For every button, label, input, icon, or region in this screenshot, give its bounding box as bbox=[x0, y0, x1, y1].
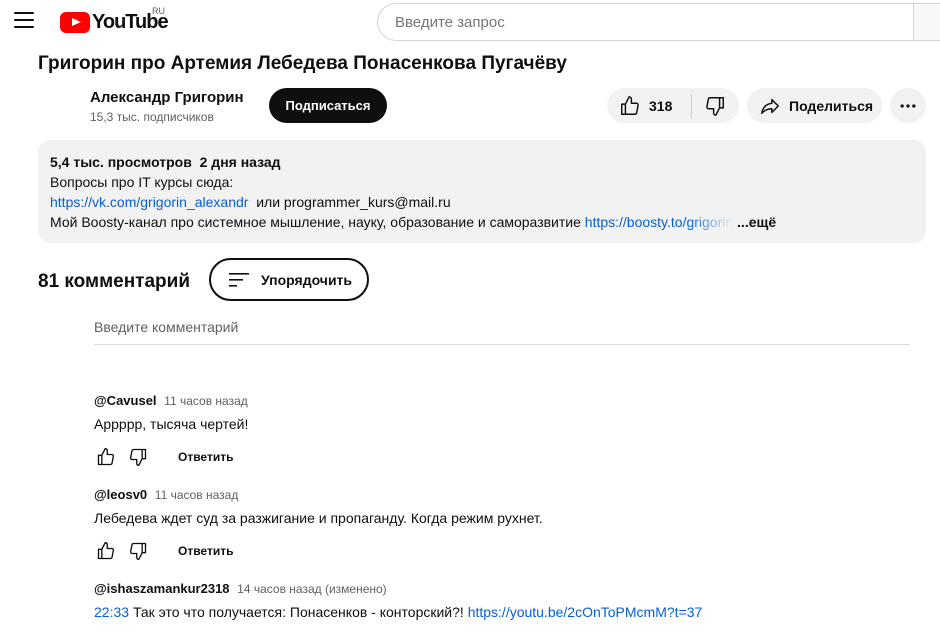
sort-icon bbox=[229, 272, 249, 287]
comment-time[interactable]: 11 часов назад bbox=[164, 394, 248, 408]
comment-actions: Ответить bbox=[94, 539, 914, 563]
comment-header: @leosv0 11 часов назад bbox=[94, 487, 914, 502]
comment-reply-button[interactable]: Ответить bbox=[178, 544, 233, 558]
comment-time[interactable]: 11 часов назад bbox=[155, 488, 239, 502]
sort-label: Упорядочить bbox=[261, 271, 353, 288]
show-more-button[interactable]: ...ещё bbox=[737, 214, 776, 230]
subscribe-button[interactable]: Подписаться bbox=[269, 88, 387, 123]
comment-like-button[interactable] bbox=[94, 539, 118, 563]
comment-time[interactable]: 14 часов назад (изменено) bbox=[237, 582, 387, 596]
boosty-text: Мой Boosty-канал про системное мышление,… bbox=[50, 214, 581, 230]
logo-country-code: RU bbox=[152, 6, 165, 16]
comment-video-link[interactable]: https://youtu.be/2cOnToPMcmM?t=37 bbox=[468, 604, 703, 620]
comment-text: Аррррр, тысяча чертей! bbox=[94, 416, 249, 432]
video-title: Григорин про Артемия Лебедева Понасенков… bbox=[38, 53, 567, 74]
comment-item: @leosv0 11 часов назад Лебедева ждет суд… bbox=[94, 487, 914, 563]
more-horizontal-icon bbox=[900, 103, 916, 108]
search-placeholder: Введите запрос bbox=[395, 13, 505, 31]
channel-name[interactable]: Александр Григорин bbox=[90, 89, 244, 106]
thumbs-down-icon bbox=[129, 448, 147, 466]
share-icon bbox=[761, 98, 779, 114]
comment-author[interactable]: @ishaszamankur2318 bbox=[94, 581, 230, 596]
boosty-link[interactable]: https://boosty.to/grigorin bbox=[585, 214, 733, 230]
comment-author[interactable]: @leosv0 bbox=[94, 487, 147, 502]
view-count: 5,4 тыс. просмотров bbox=[50, 154, 192, 170]
sort-comments-button[interactable]: Упорядочить bbox=[209, 258, 369, 301]
like-button[interactable]: 318 bbox=[607, 88, 691, 123]
description-line-2: https://vk.com/grigorin_alexandr или pro… bbox=[50, 192, 914, 212]
email-text: или programmer_kurs@mail.ru bbox=[256, 194, 451, 210]
description-meta: 5,4 тыс. просмотров 2 дня назад bbox=[50, 152, 914, 172]
dislike-button[interactable] bbox=[692, 88, 738, 123]
share-button[interactable]: Поделиться bbox=[747, 88, 882, 123]
like-count: 318 bbox=[649, 97, 673, 114]
comment-item: @Cavusel 11 часов назад Аррррр, тысяча ч… bbox=[94, 393, 914, 469]
search-button[interactable] bbox=[913, 3, 940, 41]
video-description[interactable]: 5,4 тыс. просмотров 2 дня назад Вопросы … bbox=[38, 140, 926, 243]
vk-link[interactable]: https://vk.com/grigorin_alexandr bbox=[50, 194, 248, 210]
comment-timestamp-link[interactable]: 22:33 bbox=[94, 604, 129, 620]
search-input[interactable]: Введите запрос bbox=[377, 3, 914, 41]
channel-subscribers: 15,3 тыс. подписчиков bbox=[90, 110, 214, 124]
comment-dislike-button[interactable] bbox=[126, 445, 150, 469]
thumbs-up-icon bbox=[621, 95, 639, 115]
thumbs-up-icon bbox=[97, 448, 115, 466]
share-label: Поделиться bbox=[789, 97, 874, 114]
channel-avatar[interactable] bbox=[38, 87, 78, 127]
more-actions-button[interactable] bbox=[890, 88, 926, 123]
comment-input[interactable]: Введите комментарий bbox=[94, 319, 910, 345]
youtube-play-icon bbox=[60, 11, 90, 33]
comment-text: Лебедева ждет суд за разжигание и пропаг… bbox=[94, 510, 543, 526]
menu-icon[interactable] bbox=[14, 12, 34, 28]
comment-header: @ishaszamankur2318 14 часов назад (измен… bbox=[94, 581, 914, 596]
comment-item: @ishaszamankur2318 14 часов назад (измен… bbox=[94, 581, 914, 620]
comment-reply-button[interactable]: Ответить bbox=[178, 450, 233, 464]
thumbs-down-icon bbox=[129, 542, 147, 560]
description-line-1: Вопросы про IT курсы сюда: bbox=[50, 174, 234, 190]
comments-count: 81 комментарий bbox=[38, 271, 191, 292]
comment-author[interactable]: @Cavusel bbox=[94, 393, 157, 408]
comment-header: @Cavusel 11 часов назад bbox=[94, 393, 914, 408]
description-line-3: Мой Boosty-канал про системное мышление,… bbox=[50, 212, 914, 232]
comment-like-button[interactable] bbox=[94, 445, 118, 469]
comment-text: Так это что получается: Понасенков - кон… bbox=[132, 604, 464, 620]
comment-text-line: 22:33 Так это что получается: Понасенков… bbox=[94, 604, 914, 620]
thumbs-up-icon bbox=[97, 542, 115, 560]
thumbs-down-icon bbox=[706, 96, 724, 116]
comment-dislike-button[interactable] bbox=[126, 539, 150, 563]
top-bar: YouTube RU Введите запрос bbox=[0, 0, 940, 44]
like-dislike-group: 318 bbox=[607, 88, 739, 123]
upload-date: 2 дня назад bbox=[199, 154, 281, 170]
comment-actions: Ответить bbox=[94, 445, 914, 469]
